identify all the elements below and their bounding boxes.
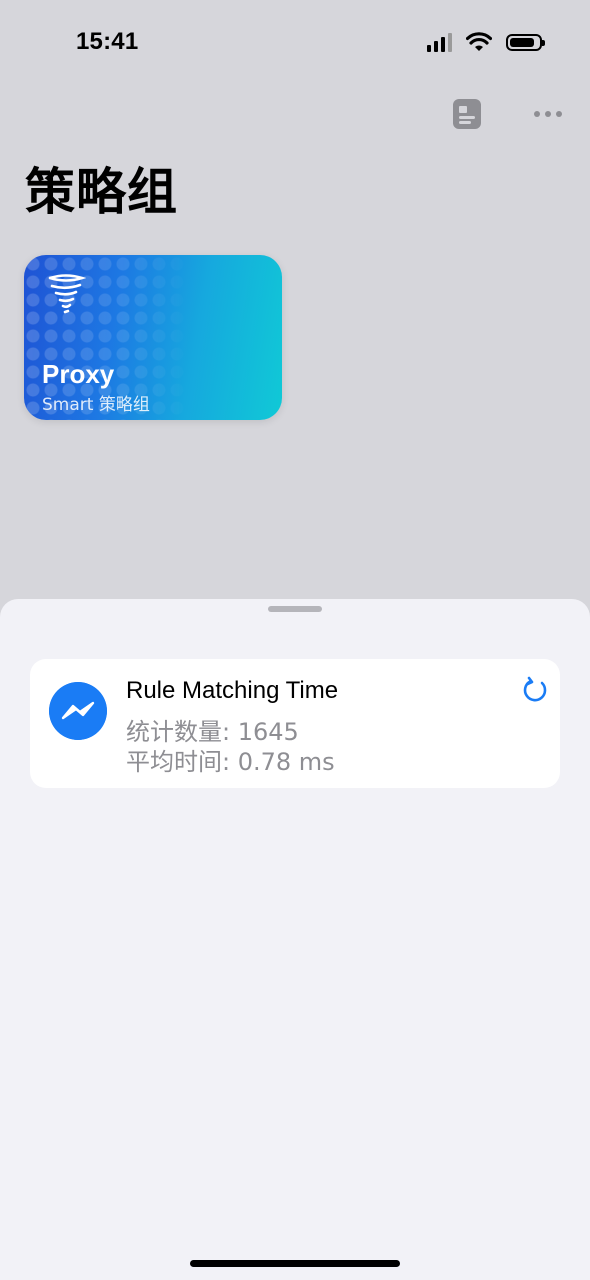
stat-average: 平均时间: 0.78 ms [126,748,335,776]
status-time: 15:41 [76,28,139,55]
messenger-icon [49,682,107,740]
more-icon [534,111,562,117]
page-title: 策略组 [25,163,178,221]
proxy-group-card[interactable]: Proxy Smart 策略组 [24,255,282,420]
tornado-icon [48,274,86,314]
refresh-icon[interactable] [520,675,550,705]
proxy-card-name: Proxy [42,359,115,389]
status-icons [427,32,545,52]
document-button[interactable] [451,98,483,130]
battery-icon [506,33,545,51]
wifi-icon [466,32,492,51]
more-button[interactable] [532,98,564,130]
document-icon [453,99,481,129]
cellular-signal-icon [427,32,452,52]
rule-matching-card: Rule Matching Time 统计数量: 1645 平均时间: 0.78… [30,659,560,788]
sheet-grabber[interactable] [268,606,322,612]
stat-title: Rule Matching Time [126,677,339,704]
home-indicator[interactable] [190,1260,400,1267]
proxy-card-subtitle: Smart 策略组 [42,395,150,415]
bottom-sheet[interactable]: Rule Matching Time 统计数量: 1645 平均时间: 0.78… [0,599,590,1280]
